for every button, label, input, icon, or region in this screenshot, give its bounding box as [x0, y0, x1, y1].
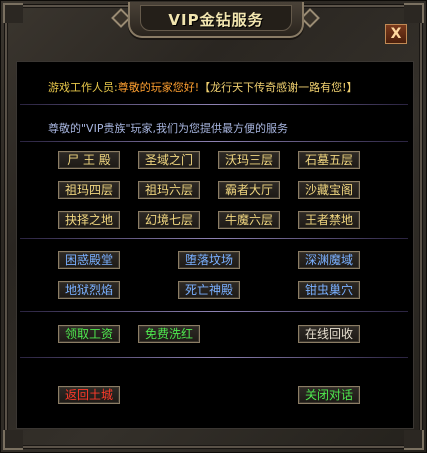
intro-speaker: 游戏工作人员: [48, 81, 118, 94]
frame-corner [404, 430, 424, 450]
map-button[interactable]: 钳虫巢穴 [298, 281, 360, 299]
intro-line: 游戏工作人员:尊敬的玩家您好!【龙行天下传奇感谢一路有您!】 [48, 79, 358, 95]
teleport-button[interactable]: 尸 王 殿 [58, 151, 120, 169]
divider [20, 357, 408, 358]
teleport-button[interactable]: 祖玛四层 [58, 181, 120, 199]
map-button[interactable]: 堕落坟场 [178, 251, 240, 269]
title-plate: VIP金钻服务 [128, 2, 304, 38]
teleport-button[interactable]: 霸者大厅 [218, 181, 280, 199]
teleport-button[interactable]: 牛魔六层 [218, 211, 280, 229]
teleport-button[interactable]: 祖玛六层 [138, 181, 200, 199]
teleport-button[interactable]: 沃玛三层 [218, 151, 280, 169]
teleport-button[interactable]: 沙藏宝阁 [298, 181, 360, 199]
close-dialog-button[interactable]: 关闭对话 [298, 386, 360, 404]
teleport-button[interactable]: 幻境七层 [138, 211, 200, 229]
divider [20, 311, 408, 312]
content-panel [16, 61, 414, 429]
title-ornament-icon [111, 8, 131, 28]
map-button[interactable]: 深渊魔域 [298, 251, 360, 269]
return-city-button[interactable]: 返回土城 [58, 386, 120, 404]
frame-corner [404, 3, 424, 23]
claim-salary-button[interactable]: 领取工资 [58, 325, 120, 343]
map-button[interactable]: 地狱烈焰 [58, 281, 120, 299]
window-title: VIP金钻服务 [168, 11, 264, 29]
teleport-button[interactable]: 圣域之门 [138, 151, 200, 169]
divider [20, 141, 408, 142]
online-recycle-button[interactable]: 在线回收 [298, 325, 360, 343]
close-button[interactable]: X [385, 24, 407, 44]
teleport-button[interactable]: 石墓五层 [298, 151, 360, 169]
map-button[interactable]: 死亡神殿 [178, 281, 240, 299]
map-button[interactable]: 困惑殿堂 [58, 251, 120, 269]
teleport-button[interactable]: 王者禁地 [298, 211, 360, 229]
free-clear-red-button[interactable]: 免费洗红 [138, 325, 200, 343]
intro-greeting: 尊敬的玩家您好! [117, 81, 200, 94]
frame-corner [3, 3, 23, 23]
frame-corner [3, 430, 23, 450]
divider [20, 238, 408, 239]
teleport-button[interactable]: 抉择之地 [58, 211, 120, 229]
info-text: 尊敬的"VIP贵族"玩家,我们为您提供最方便的服务 [48, 122, 289, 135]
intro-slogan: 【龙行天下传奇感谢一路有您!】 [199, 81, 358, 94]
divider [20, 104, 408, 105]
